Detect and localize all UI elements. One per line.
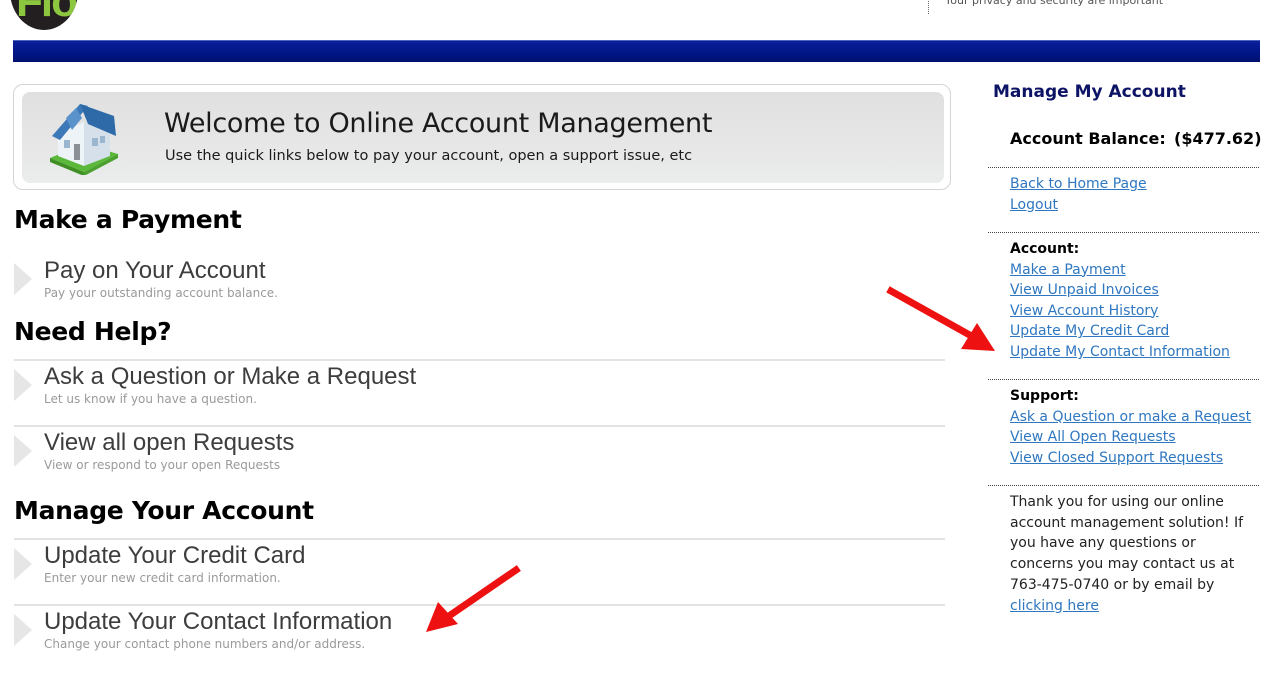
welcome-banner-inner: Welcome to Online Account Management Use… — [22, 92, 944, 183]
sidebar-title: Manage My Account — [993, 82, 1186, 102]
welcome-banner: Welcome to Online Account Management Use… — [13, 84, 951, 190]
view-unpaid-invoices-link[interactable]: View Unpaid Invoices — [1010, 280, 1230, 301]
quick-link-ask-question[interactable]: Ask a Question or Make a Request Let us … — [14, 359, 945, 423]
sidebar-support-group: Support: Ask a Question or make a Reques… — [1010, 386, 1251, 468]
view-account-history-link[interactable]: View Account History — [1010, 301, 1230, 322]
quick-link-title: View all open Requests — [44, 429, 295, 456]
logout-link[interactable]: Logout — [1010, 195, 1147, 216]
sidebar-divider — [988, 379, 1259, 380]
quick-link-description: Let us know if you have a question. — [44, 392, 257, 406]
quick-link-description: View or respond to your open Requests — [44, 458, 281, 472]
sidebar-account-group: Account: Make a Payment View Unpaid Invo… — [1010, 239, 1230, 363]
chevron-right-icon — [14, 369, 32, 401]
chevron-right-icon — [14, 614, 32, 646]
quick-link-pay-account[interactable]: Pay on Your Account Pay your outstanding… — [14, 255, 945, 319]
make-payment-link[interactable]: Make a Payment — [1010, 260, 1230, 281]
ask-question-link[interactable]: Ask a Question or make a Request — [1010, 407, 1251, 428]
section-title-manage-account: Manage Your Account — [14, 496, 314, 525]
update-contact-info-link[interactable]: Update My Contact Information — [1010, 342, 1230, 363]
chevron-right-icon — [14, 263, 32, 295]
company-logo[interactable]: Flo — [10, 0, 78, 30]
sidebar-divider — [988, 167, 1259, 168]
account-heading: Account: — [1010, 241, 1080, 257]
chevron-right-icon — [14, 435, 32, 467]
chevron-right-icon — [14, 548, 32, 580]
email-contact-link[interactable]: clicking here — [1010, 598, 1099, 614]
house-icon — [50, 104, 118, 175]
sidebar-nav-links: Back to Home Page Logout — [1010, 174, 1147, 215]
section-title-need-help: Need Help? — [14, 317, 172, 346]
quick-link-update-contact-info[interactable]: Update Your Contact Information Change y… — [14, 604, 945, 668]
quick-link-view-open-requests[interactable]: View all open Requests View or respond t… — [14, 425, 945, 489]
quick-link-title: Update Your Contact Information — [44, 608, 393, 635]
contact-message: Thank you for using our online account m… — [1010, 494, 1244, 593]
logo-text: Flo — [16, 0, 78, 26]
view-open-requests-link[interactable]: View All Open Requests — [1010, 427, 1251, 448]
quick-link-title: Ask a Question or Make a Request — [44, 363, 417, 390]
quick-link-title: Pay on Your Account — [44, 257, 266, 284]
sidebar-divider — [988, 485, 1259, 486]
section-title-make-payment: Make a Payment — [14, 205, 242, 234]
quick-link-description: Change your contact phone numbers and/or… — [44, 637, 366, 651]
quick-link-description: Enter your new credit card information. — [44, 571, 281, 585]
update-credit-card-link[interactable]: Update My Credit Card — [1010, 321, 1230, 342]
view-closed-requests-link[interactable]: View Closed Support Requests — [1010, 448, 1251, 469]
account-balance-value: ($477.62) — [1174, 129, 1262, 148]
header-bar — [13, 40, 1260, 62]
quick-link-description: Pay your outstanding account balance. — [44, 286, 278, 300]
welcome-subtitle: Use the quick links below to pay your ac… — [165, 148, 693, 164]
back-to-home-link[interactable]: Back to Home Page — [1010, 174, 1147, 195]
sidebar-footer-text: Thank you for using our online account m… — [1010, 492, 1260, 616]
welcome-title: Welcome to Online Account Management — [164, 108, 713, 139]
quick-link-title: Update Your Credit Card — [44, 542, 306, 569]
quick-link-update-credit-card[interactable]: Update Your Credit Card Enter your new c… — [14, 538, 945, 602]
privacy-tagline: Your privacy and security are important — [928, 0, 1163, 14]
account-balance-label: Account Balance: — [1010, 129, 1166, 148]
support-heading: Support: — [1010, 388, 1079, 404]
sidebar-divider — [988, 232, 1259, 233]
